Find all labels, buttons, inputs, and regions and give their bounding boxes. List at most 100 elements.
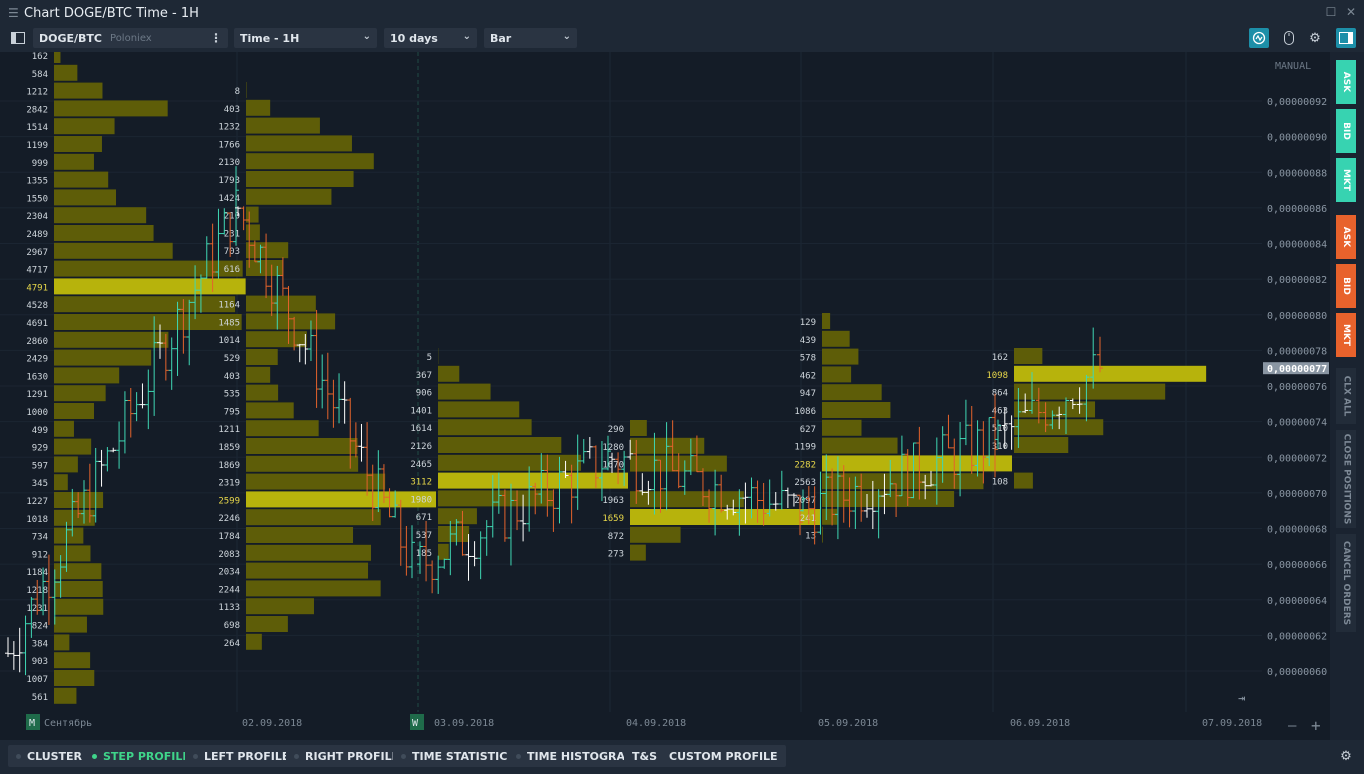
market-buy-button[interactable]: MKT <box>1336 158 1356 202</box>
profile-value: 3112 <box>410 478 432 488</box>
profile-bar <box>246 99 271 116</box>
profile-bar <box>246 438 358 454</box>
profile-bar <box>822 384 882 401</box>
ask-sell-button[interactable]: ASK <box>1336 215 1356 259</box>
button-label: MKT <box>1341 168 1352 192</box>
more-icon[interactable]: ⋮ <box>210 31 222 45</box>
profile-value: 1401 <box>410 406 432 416</box>
range-select[interactable]: 10 days ⌄ <box>384 28 477 48</box>
profile-value: 906 <box>416 389 432 399</box>
profile-bar <box>246 384 279 401</box>
profile-value: 1086 <box>794 407 816 417</box>
profile-value: 1291 <box>26 390 48 400</box>
profile-bar <box>438 401 520 418</box>
tab-time-statistics[interactable]: TIME STATISTICS <box>393 745 524 767</box>
profile-bar <box>246 473 386 490</box>
panel-toggle-icon[interactable] <box>1336 28 1356 48</box>
title-bar: ☰ Chart DOGE/BTC Time - 1H ☐ ✕ <box>0 0 1364 26</box>
profile-bar <box>54 349 152 366</box>
tab-step-profile[interactable]: STEP PROFILE <box>84 745 198 767</box>
profile-value: 2319 <box>218 479 240 489</box>
tab-label: TIME STATISTICS <box>412 749 516 763</box>
profile-bar <box>54 118 115 135</box>
profile-bar <box>630 437 705 454</box>
profile-bar <box>246 117 320 134</box>
tab-left-profile[interactable]: LEFT PROFILE <box>185 745 298 767</box>
profile-bar <box>822 491 955 507</box>
menu-icon[interactable]: ☰ <box>8 6 22 20</box>
price-chart[interactable]: 162 584 1212 2842 1514 1199 999 1355 1550 2304 248… <box>0 52 1330 740</box>
cancel-all-button[interactable]: CLX ALL <box>1336 368 1356 424</box>
profile-bar <box>54 456 78 473</box>
close-icon[interactable]: ✕ <box>1344 5 1358 19</box>
profile-value: 999 <box>32 159 48 169</box>
button-label: BID <box>1341 277 1351 295</box>
maximize-icon[interactable]: ☐ <box>1324 5 1338 19</box>
profile-value: 872 <box>608 532 624 542</box>
tab-custom-profile[interactable]: CUSTOM PROFILE <box>661 745 786 767</box>
profile-bar <box>246 349 278 365</box>
tab-label: T&S <box>632 749 658 763</box>
profile-value: 912 <box>32 550 48 560</box>
profile-value: 578 <box>800 354 816 364</box>
profile-value: 1355 <box>26 177 48 187</box>
profile-bar <box>54 598 104 615</box>
bid-sell-button[interactable]: BID <box>1336 264 1356 308</box>
poc-bar <box>1014 365 1207 382</box>
profile-value: 2282 <box>794 460 816 470</box>
button-label: CLX ALL <box>1341 375 1352 417</box>
close-positions-button[interactable]: CLOSE POSITIONS <box>1336 430 1356 528</box>
tab-right-profile[interactable]: RIGHT PROFILE <box>286 745 408 767</box>
profile-value: 2860 <box>26 337 48 347</box>
gear-icon[interactable]: ⚙ <box>1336 746 1356 766</box>
profile-value: 2842 <box>26 105 48 115</box>
trading-icon[interactable] <box>1249 28 1269 48</box>
profile-value: 367 <box>416 371 432 381</box>
profile-bar <box>54 403 94 419</box>
profile-bar <box>246 242 289 259</box>
market-sell-button[interactable]: MKT <box>1336 313 1356 357</box>
chart-grid <box>0 52 1262 712</box>
profile-value: 1550 <box>26 194 48 204</box>
month-marker-label: M <box>29 718 35 729</box>
profile-bar <box>246 455 359 472</box>
profile-value: 4717 <box>26 266 48 276</box>
profile-bar <box>54 634 70 651</box>
status-dot <box>92 753 97 759</box>
profile-bar <box>54 670 95 686</box>
profile-value: 2126 <box>410 442 432 452</box>
tab-time-and-sales[interactable]: T&S <box>624 745 666 767</box>
profile-bar <box>54 367 120 384</box>
profile-value: 2083 <box>218 550 240 560</box>
profile-value: 2599 <box>218 496 240 506</box>
ask-buy-button[interactable]: ASK <box>1336 60 1356 104</box>
profile-value: 2465 <box>410 460 432 470</box>
profile-bar <box>54 207 147 224</box>
sidebar-toggle-icon[interactable] <box>8 28 28 48</box>
profile-value: 1227 <box>26 497 48 507</box>
profile-value: 1018 <box>26 515 48 525</box>
profile-bar <box>822 366 852 383</box>
profile-value: 824 <box>32 622 48 632</box>
profile-bar <box>246 188 332 205</box>
chart-type-select[interactable]: Bar ⌄ <box>484 28 577 48</box>
profile-bar <box>54 385 106 402</box>
tab-cluster[interactable]: CLUSTER <box>8 745 91 767</box>
cancel-orders-button[interactable]: CANCEL ORDERS <box>1336 534 1356 632</box>
bid-buy-button[interactable]: BID <box>1336 109 1356 153</box>
profile-bar <box>54 545 91 562</box>
date-label: 02.09.2018 <box>242 718 302 729</box>
mouse-icon[interactable] <box>1279 28 1299 48</box>
profile-value: 463 <box>992 406 1008 416</box>
profile-value: 929 <box>32 444 48 454</box>
price-label: 0,00000066 <box>1267 560 1327 571</box>
timeframe-select[interactable]: Time - 1H ⌄ <box>234 28 377 48</box>
price-axis-mode: MANUAL <box>1275 61 1311 72</box>
symbol-selector[interactable]: DOGE/BTC Poloniex ⋮ <box>33 28 228 48</box>
gear-icon[interactable]: ⚙ <box>1305 28 1325 48</box>
exchange-name: Poloniex <box>110 32 152 44</box>
profile-value: 2130 <box>218 158 240 168</box>
chart-area[interactable]: 162 584 1212 2842 1514 1199 999 1355 1550 2304 248… <box>0 52 1330 740</box>
profile-value: 4528 <box>26 301 48 311</box>
range-value: 10 days <box>390 31 438 45</box>
